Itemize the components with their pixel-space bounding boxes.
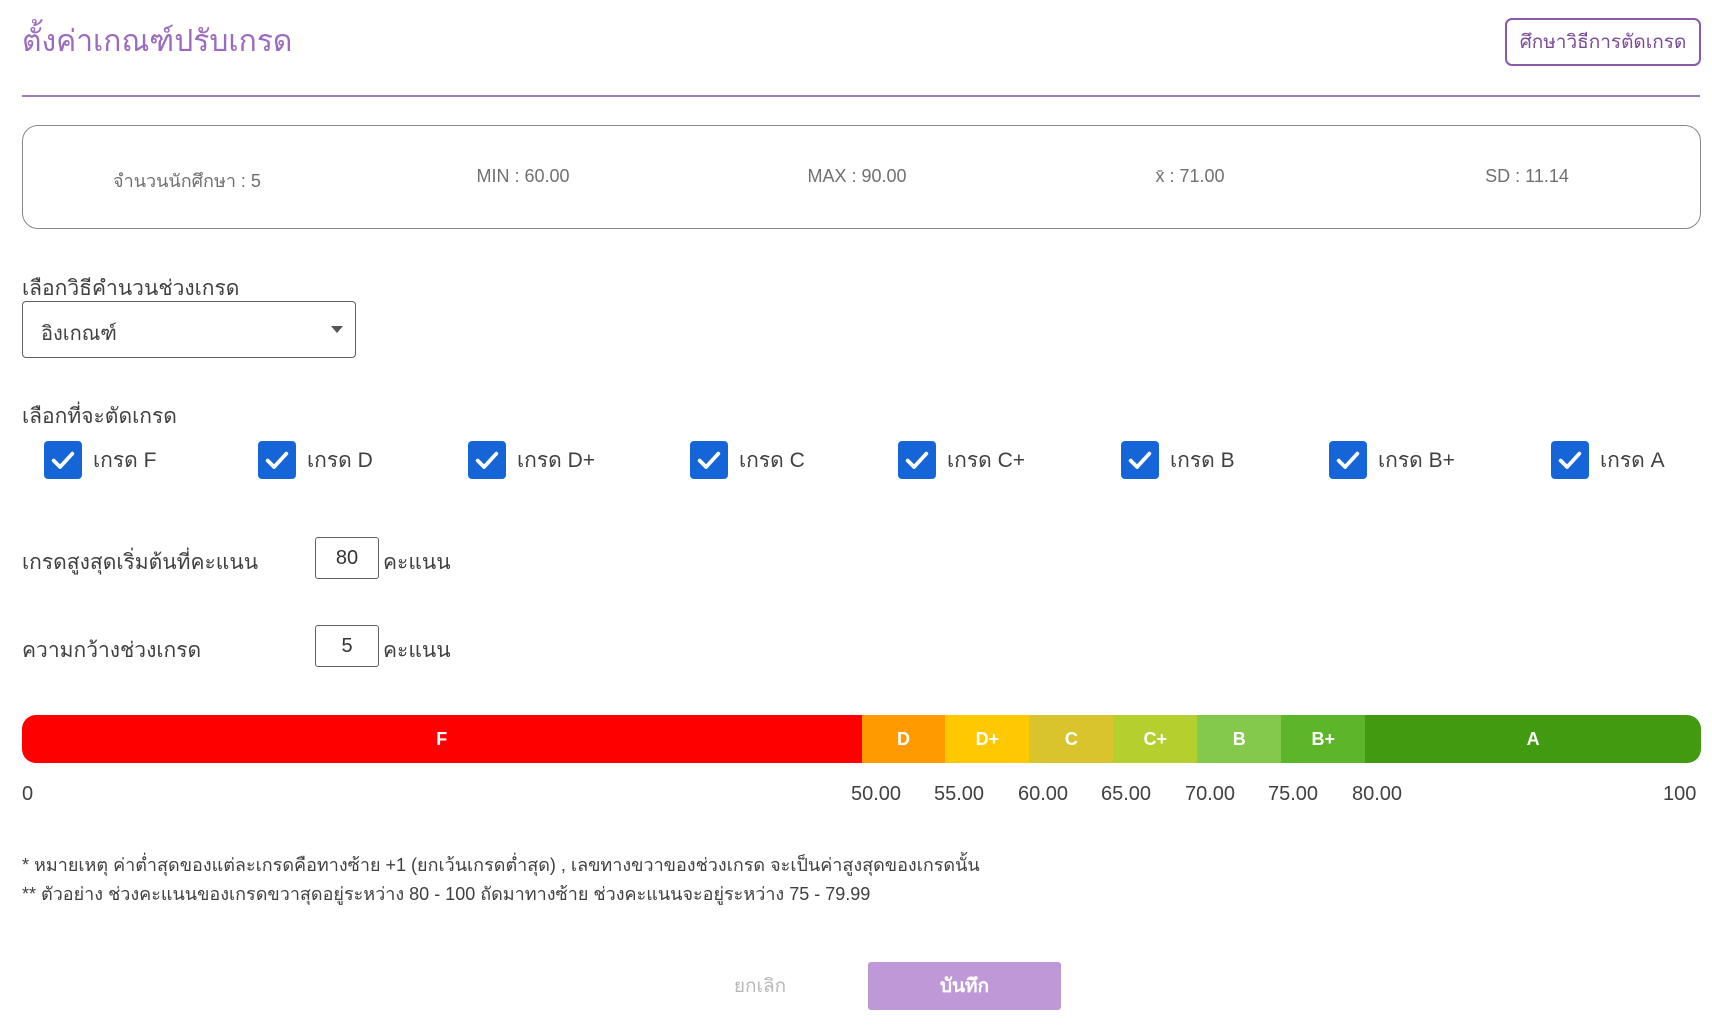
max-grade-unit: คะแนน <box>383 551 451 574</box>
checkbox-checked-icon[interactable] <box>44 441 82 479</box>
checkbox-grade-d[interactable]: เกรด D <box>258 440 373 480</box>
grade-width-input[interactable]: 5 <box>315 625 379 667</box>
page-title: ตั้งค่าเกณฑ์ปรับเกรด <box>22 25 293 58</box>
max-score-stat: MAX : 90.00 <box>807 166 907 186</box>
checkbox-checked-icon[interactable] <box>690 441 728 479</box>
scale-tick-label: 60.00 <box>1018 783 1069 805</box>
method-select[interactable]: อิงเกณฑ์ <box>22 301 356 358</box>
scale-tick-label: 50.00 <box>851 783 902 805</box>
grade-width-unit: คะแนน <box>383 639 451 662</box>
checkbox-checked-icon[interactable] <box>898 441 936 479</box>
checkbox-grade-f[interactable]: เกรด F <box>44 440 156 480</box>
scale-tick-label: 80.00 <box>1352 783 1403 805</box>
grade-segment-label: B <box>1232 728 1246 749</box>
grade-segment-b: B <box>1197 715 1282 763</box>
checkbox-grade-c-plus[interactable]: เกรด C+ <box>898 440 1025 480</box>
checkbox-label: เกรด B+ <box>1378 448 1455 472</box>
scale-tick-label: 65.00 <box>1101 783 1152 805</box>
checkbox-label: เกรด B <box>1170 448 1235 472</box>
checkbox-label: เกรด F <box>93 448 157 472</box>
grade-segment-f: F <box>22 715 862 763</box>
scale-tick-label: 100 <box>1663 783 1697 805</box>
min-score-stat: MIN : 60.00 <box>476 166 570 186</box>
scale-tick-label: 55.00 <box>934 783 985 805</box>
grade-segment-c: C <box>1029 715 1114 763</box>
grade-range-bar: F D D+ C C+ B B+ A <box>22 715 1701 763</box>
grade-segment-d-plus: D+ <box>945 715 1030 763</box>
checkbox-label: เกรด C+ <box>947 448 1026 472</box>
grade-select-label: เลือกที่จะตัดเกรด <box>22 405 177 428</box>
grade-segment-label: C <box>1064 728 1078 749</box>
checkbox-grade-a[interactable]: เกรด A <box>1551 440 1665 480</box>
checkbox-checked-icon[interactable] <box>1121 441 1159 479</box>
checkbox-label: เกรด A <box>1600 448 1665 472</box>
grade-segment-d: D <box>861 715 946 763</box>
note-line-2: ** ตัวอย่าง ช่วงคะแนนของเกรดขวาสุดอยู่ระ… <box>22 884 871 904</box>
grade-segment-label: F <box>436 728 448 749</box>
checkbox-label: เกรด D <box>307 448 373 472</box>
grade-segment-label: D <box>896 728 910 749</box>
scale-tick-label: 70.00 <box>1185 783 1236 805</box>
method-select-value: อิงเกณฑ์ <box>41 323 117 345</box>
study-grading-method-button[interactable]: ศึกษาวิธีการตัดเกรด <box>1505 18 1701 66</box>
grade-segment-label: A <box>1526 728 1540 749</box>
grade-width-label: ความกว้างช่วงเกรด <box>22 639 202 662</box>
cancel-button[interactable]: ยกเลิก <box>720 962 800 1010</box>
checkbox-checked-icon[interactable] <box>1551 441 1589 479</box>
grade-segment-b-plus: B+ <box>1281 715 1366 763</box>
note-line-1: * หมายเหตุ ค่าต่ำสุดของแต่ละเกรดคือทางซ้… <box>22 855 980 875</box>
grade-segment-a: A <box>1365 715 1701 763</box>
grade-segment-label: D+ <box>975 728 1000 749</box>
caret-down-icon <box>331 326 343 333</box>
max-grade-input[interactable]: 80 <box>315 537 379 579</box>
checkbox-grade-b-plus[interactable]: เกรด B+ <box>1329 440 1455 480</box>
grade-segment-label: B+ <box>1311 728 1335 749</box>
title-divider <box>22 95 1700 97</box>
checkbox-checked-icon[interactable] <box>468 441 506 479</box>
max-grade-label: เกรดสูงสุดเริ่มต้นที่คะแนน <box>22 551 259 574</box>
grade-segment-label: C+ <box>1143 728 1168 749</box>
checkbox-checked-icon[interactable] <box>258 441 296 479</box>
scale-tick-label: 0 <box>22 783 34 805</box>
mean-score-stat: x̄ : 71.00 <box>1155 166 1225 186</box>
checkbox-grade-c[interactable]: เกรด C <box>690 440 805 480</box>
checkbox-grade-d-plus[interactable]: เกรด D+ <box>468 440 595 480</box>
save-button[interactable]: บันทึก <box>868 962 1061 1010</box>
student-count-stat: จำนวนนักศึกษา : 5 <box>113 171 261 191</box>
checkbox-grade-b[interactable]: เกรด B <box>1121 440 1235 480</box>
sd-stat: SD : 11.14 <box>1485 166 1569 186</box>
checkbox-checked-icon[interactable] <box>1329 441 1367 479</box>
scale-tick-label: 75.00 <box>1268 783 1319 805</box>
checkbox-label: เกรด C <box>739 448 805 472</box>
checkbox-label: เกรด D+ <box>517 448 596 472</box>
grade-segment-c-plus: C+ <box>1113 715 1198 763</box>
